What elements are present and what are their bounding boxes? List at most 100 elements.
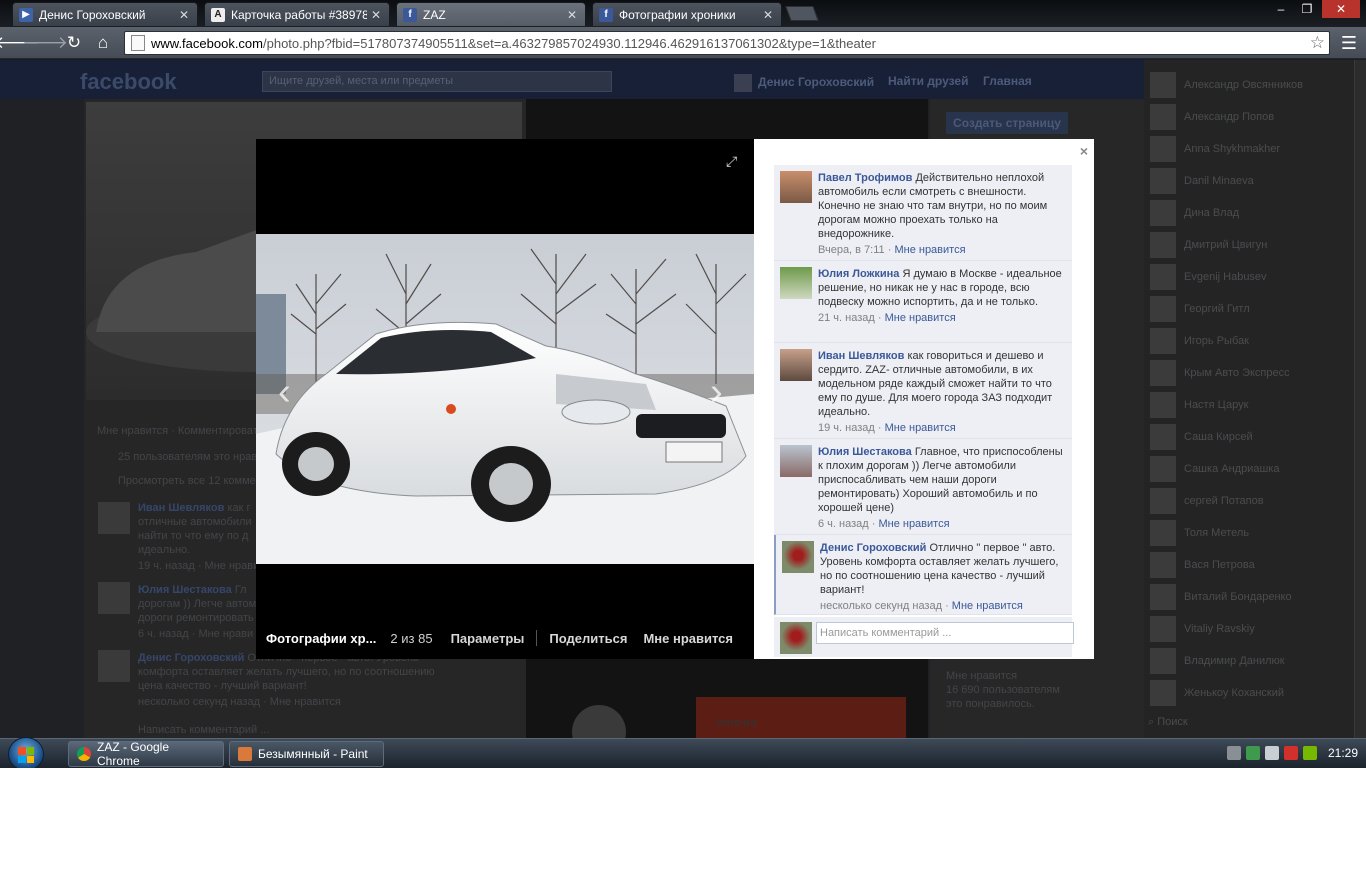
bg-compose: Написать комментарий ... — [138, 724, 270, 736]
friend-item: Дмитрий Цвигун — [1144, 229, 1354, 261]
friend-item: Сашка Андриашка — [1144, 453, 1354, 485]
comment-time[interactable]: 19 ч. назад — [818, 422, 875, 434]
restore-button[interactable]: ❐ — [1296, 0, 1318, 18]
avatar — [1150, 264, 1176, 290]
close-tab-icon[interactable]: ✕ — [763, 8, 773, 22]
fb-user-name: Денис Гороховский — [758, 75, 875, 90]
comment-author[interactable]: Юлия Шестакова — [818, 446, 912, 458]
avatar — [1150, 104, 1176, 130]
avatar — [1150, 136, 1176, 162]
options-button[interactable]: Параметры — [451, 631, 525, 646]
comment-author[interactable]: Иван Шевляков — [818, 350, 904, 362]
bg-comment-line: цена качество - лучший вариант! — [138, 680, 307, 692]
friend-item: Женькоу Коханский — [1144, 677, 1354, 709]
avatar[interactable] — [782, 541, 814, 573]
facebook-icon: f — [403, 7, 417, 22]
comment-like-link[interactable]: Мне нравится — [894, 244, 965, 256]
comment-author[interactable]: Павел Трофимов — [818, 172, 912, 184]
taskbar-paint[interactable]: Безымянный - Paint — [229, 741, 384, 767]
bg-right-count: 16 690 пользователям — [946, 684, 1060, 696]
close-window-button[interactable]: ✕ — [1322, 0, 1360, 18]
bg-comment-meta: 6 ч. назад · Мне нрави — [138, 628, 254, 640]
comment-time[interactable]: Вчера, в 7:11 — [818, 244, 885, 256]
new-tab-button[interactable] — [785, 6, 819, 21]
comment-author[interactable]: Денис Гороховский — [820, 542, 926, 554]
car-photo[interactable] — [256, 234, 754, 564]
nvidia-icon[interactable] — [1302, 746, 1317, 760]
comment-time[interactable]: 21 ч. назад — [818, 312, 875, 324]
bg-comment: Юлия Шестакова Гл — [138, 584, 247, 596]
avatar[interactable] — [780, 349, 812, 381]
minimize-button[interactable]: – — [1270, 0, 1292, 18]
comment-item: Юлия Ложкина Я думаю в Москве - идеально… — [774, 261, 1072, 343]
close-tab-icon[interactable]: ✕ — [371, 8, 381, 22]
avatar — [1150, 488, 1176, 514]
comment-like-link[interactable]: Мне нравится — [878, 518, 949, 530]
usb-icon[interactable] — [1264, 746, 1279, 760]
friend-item: Георгий Гитл — [1144, 293, 1354, 325]
start-button[interactable] — [8, 737, 44, 771]
fb-search-input: Ищите друзей, места или предметы — [262, 71, 612, 92]
bg-comment-line: найти то что ему по д — [138, 530, 249, 542]
empty-area — [0, 768, 1366, 878]
tab-denis[interactable]: ▶ Денис Гороховский ✕ — [12, 2, 198, 26]
tab-strip: ▶ Денис Гороховский ✕ A Карточка работы … — [0, 0, 1366, 27]
photo-theater: ⤢ ‹ › Фотографии хр... 2 из 85 Параметры… — [256, 139, 1094, 659]
album-title-link[interactable]: Фотографии хр... — [266, 631, 376, 646]
avatar — [1150, 616, 1176, 642]
search-icon: ⌕ — [1148, 716, 1158, 728]
tab-work-card[interactable]: A Карточка работы #389784 ✕ — [204, 2, 390, 26]
share-button[interactable]: Поделиться — [549, 631, 627, 646]
friend-item: Игорь Рыбак — [1144, 325, 1354, 357]
url-path: /photo.php?fbid=517807374905511&set=a.46… — [263, 35, 876, 51]
avatar[interactable] — [780, 445, 812, 477]
comment-author[interactable]: Юлия Ложкина — [818, 268, 899, 280]
avatar[interactable] — [780, 171, 812, 203]
network-icon[interactable] — [1226, 746, 1241, 760]
bookmark-star-icon[interactable]: ☆ — [1310, 33, 1325, 53]
avatar — [1150, 424, 1176, 450]
system-tray: 21:29 — [1226, 746, 1358, 760]
close-tab-icon[interactable]: ✕ — [567, 8, 577, 22]
facebook-top-bar: facebook Ищите друзей, места или предмет… — [0, 60, 1144, 99]
like-button[interactable]: Мне нравится — [643, 631, 733, 646]
menu-icon[interactable]: ☰ — [1338, 31, 1360, 55]
tab-timeline-photos[interactable]: f Фотографии хроники ✕ — [592, 2, 782, 26]
page-scrollbar[interactable] — [1354, 60, 1366, 738]
close-tab-icon[interactable]: ✕ — [179, 8, 189, 22]
friend-item: Александр Овсянников — [1144, 69, 1354, 101]
avatar — [1150, 648, 1176, 674]
forward-button[interactable]: 🡒 — [22, 31, 68, 55]
bg-comment: Иван Шевляков как г — [138, 502, 251, 514]
comment-like-link[interactable]: Мне нравится — [952, 600, 1023, 612]
photo-counter: 2 из 85 — [390, 630, 433, 646]
taskbar-label: ZAZ - Google Chrome — [97, 740, 170, 768]
prev-photo-icon[interactable]: ‹ — [278, 371, 291, 414]
clock[interactable]: 21:29 — [1328, 746, 1358, 760]
comment-like-link[interactable]: Мне нравится — [885, 422, 956, 434]
fullscreen-icon[interactable]: ⤢ — [726, 153, 737, 170]
bg-ad-label: Аптечка — [716, 717, 757, 729]
avatar — [98, 650, 130, 682]
home-button[interactable]: ⌂ — [91, 31, 115, 55]
friend-item: Александр Попов — [1144, 101, 1354, 133]
next-photo-icon[interactable]: › — [710, 371, 723, 414]
comment-input[interactable] — [816, 622, 1074, 644]
friend-item: Дина Влад — [1144, 197, 1354, 229]
avatar[interactable] — [780, 267, 812, 299]
close-icon[interactable]: × — [1080, 143, 1088, 159]
reload-button[interactable]: ↻ — [62, 31, 86, 55]
avatar — [780, 622, 812, 654]
comments-pane: × Павел Трофимов Действительно неплохой … — [754, 139, 1094, 659]
taskbar-chrome[interactable]: ZAZ - Google Chrome — [68, 740, 224, 768]
comment-like-link[interactable]: Мне нравится — [885, 312, 956, 324]
tab-zaz[interactable]: f ZAZ ✕ — [396, 2, 586, 26]
update-icon[interactable] — [1245, 746, 1260, 760]
comment-time[interactable]: несколько секунд назад — [820, 600, 942, 612]
friend-item: сергей Потапов — [1144, 485, 1354, 517]
comment-time[interactable]: 6 ч. назад — [818, 518, 869, 530]
avatar — [98, 582, 130, 614]
address-bar[interactable]: www.facebook.com/photo.php?fbid=51780737… — [124, 31, 1330, 55]
avatar — [1150, 584, 1176, 610]
volume-icon[interactable] — [1283, 746, 1298, 760]
